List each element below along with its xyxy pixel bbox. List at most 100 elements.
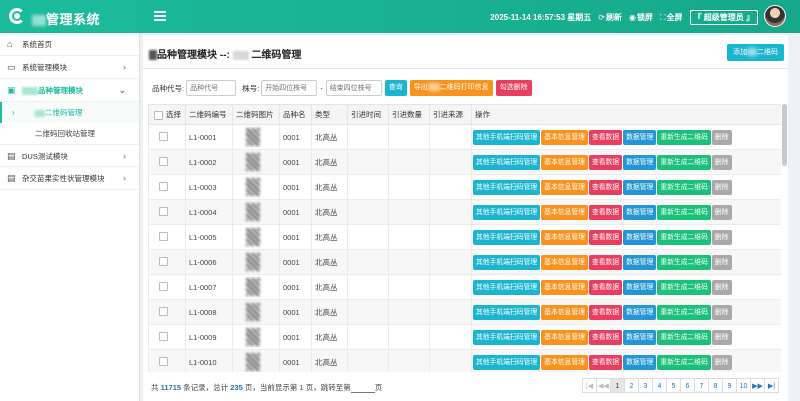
sidebar-item-variety[interactable]: ▣ 品种管理模块 ⌄ [0,79,139,102]
delete-button[interactable]: 删除 [711,304,732,320]
regenerate-qrcode-button[interactable]: 重新生成二维码 [657,154,711,170]
menu-toggle-icon[interactable] [154,11,166,21]
page-button[interactable]: 5 [666,378,681,393]
page-button[interactable]: 10 [736,378,751,393]
batch-delete-button[interactable]: 勾选删除 [495,80,532,96]
qrcode-thumbnail[interactable] [246,128,260,146]
regenerate-qrcode-button[interactable]: 重新生成二维码 [657,279,711,295]
lock-button[interactable]: ◉锁屏 [629,12,653,23]
fullscreen-button[interactable]: ⛶全屏 [660,12,683,23]
view-data-button[interactable]: 查看数据 [588,204,623,220]
row-checkbox[interactable] [159,131,168,141]
row-checkbox[interactable] [159,256,168,266]
data-manage-button[interactable]: 数据管理 [623,279,657,295]
view-data-button[interactable]: 查看数据 [588,279,623,295]
qrcode-thumbnail[interactable] [246,328,260,346]
query-button[interactable]: 查询 [384,80,407,96]
export-button[interactable]: 导出 二维码打印信息 [409,80,493,96]
view-data-button[interactable]: 查看数据 [588,154,623,170]
qrcode-thumbnail[interactable] [246,178,260,196]
variety-input[interactable] [186,80,237,96]
view-data-button[interactable]: 查看数据 [588,129,623,145]
page-button[interactable]: 3 [638,378,653,393]
view-data-button[interactable]: 查看数据 [588,254,623,270]
mobile-scan-button[interactable]: 其他手机端扫码管理 [473,329,541,345]
qrcode-thumbnail[interactable] [246,353,260,371]
refresh-button[interactable]: ⟳刷新 [598,12,622,23]
view-data-button[interactable]: 查看数据 [588,354,623,370]
first-page-button[interactable]: |◀ [582,378,597,393]
data-manage-button[interactable]: 数据管理 [623,229,657,245]
row-checkbox[interactable] [159,156,168,166]
delete-button[interactable]: 删除 [711,154,732,170]
sidebar-item-home[interactable]: ⌂ 系统首页 [0,33,139,56]
regenerate-qrcode-button[interactable]: 重新生成二维码 [657,179,711,195]
page-button[interactable]: 2 [624,378,639,393]
row-checkbox[interactable] [159,181,168,191]
data-manage-button[interactable]: 数据管理 [623,179,657,195]
basic-info-button[interactable]: 基本信息管理 [541,254,588,270]
avatar[interactable] [764,5,786,27]
view-data-button[interactable]: 查看数据 [588,304,623,320]
qrcode-thumbnail[interactable] [246,228,260,246]
page-button[interactable]: 4 [652,378,667,393]
regenerate-qrcode-button[interactable]: 重新生成二维码 [657,304,711,320]
sidebar-subitem-qrcode-recycle[interactable]: 二维码回收站管理 [0,123,139,144]
row-checkbox[interactable] [159,356,168,366]
basic-info-button[interactable]: 基本信息管理 [541,304,588,320]
page-button[interactable]: 8 [708,378,723,393]
view-data-button[interactable]: 查看数据 [588,229,623,245]
regenerate-qrcode-button[interactable]: 重新生成二维码 [657,254,711,270]
page-button[interactable]: 7 [694,378,709,393]
next-page-button[interactable]: ▶▶ [750,378,765,393]
basic-info-button[interactable]: 基本信息管理 [541,129,588,145]
mobile-scan-button[interactable]: 其他手机端扫码管理 [473,279,541,295]
data-manage-button[interactable]: 数据管理 [623,254,657,270]
page-button[interactable]: 9 [722,378,737,393]
view-data-button[interactable]: 查看数据 [588,329,623,345]
mobile-scan-button[interactable]: 其他手机端扫码管理 [473,154,541,170]
basic-info-button[interactable]: 基本信息管理 [541,204,588,220]
qrcode-thumbnail[interactable] [246,253,260,271]
page-button[interactable]: 6 [680,378,695,393]
delete-button[interactable]: 删除 [711,129,732,145]
end-plant-input[interactable] [325,80,382,96]
regenerate-qrcode-button[interactable]: 重新生成二维码 [657,204,711,220]
prev-page-button[interactable]: ◀◀ [596,378,611,393]
basic-info-button[interactable]: 基本信息管理 [541,154,588,170]
select-all-checkbox[interactable] [154,110,163,120]
start-plant-input[interactable] [261,80,318,96]
regenerate-qrcode-button[interactable]: 重新生成二维码 [657,229,711,245]
basic-info-button[interactable]: 基本信息管理 [541,279,588,295]
delete-button[interactable]: 删除 [711,279,732,295]
mobile-scan-button[interactable]: 其他手机端扫码管理 [473,179,541,195]
row-checkbox[interactable] [159,231,168,241]
data-manage-button[interactable]: 数据管理 [623,204,657,220]
delete-button[interactable]: 删除 [711,204,732,220]
qrcode-thumbnail[interactable] [246,203,260,221]
delete-button[interactable]: 删除 [711,329,732,345]
row-checkbox[interactable] [159,331,168,341]
sidebar-item-hybrid[interactable]: ▤ 杂交苗果实性状管理模块 › [0,167,139,190]
view-data-button[interactable]: 查看数据 [588,179,623,195]
admin-badge[interactable]: 『 超级管理员 』 [689,10,758,25]
mobile-scan-button[interactable]: 其他手机端扫码管理 [473,354,541,370]
sidebar-item-system[interactable]: ▭ 系统管理模块 › [0,56,139,79]
delete-button[interactable]: 删除 [711,254,732,270]
mobile-scan-button[interactable]: 其他手机端扫码管理 [473,229,541,245]
regenerate-qrcode-button[interactable]: 重新生成二维码 [657,354,711,370]
sidebar-subitem-qrcode[interactable]: › 二维码管理 [0,102,139,123]
regenerate-qrcode-button[interactable]: 重新生成二维码 [657,329,711,345]
page-button[interactable]: 1 [610,378,625,393]
row-checkbox[interactable] [159,306,168,316]
jump-page-input[interactable] [350,385,375,393]
mobile-scan-button[interactable]: 其他手机端扫码管理 [473,254,541,270]
delete-button[interactable]: 删除 [711,354,732,370]
data-manage-button[interactable]: 数据管理 [623,329,657,345]
row-checkbox[interactable] [159,281,168,291]
basic-info-button[interactable]: 基本信息管理 [541,229,588,245]
delete-button[interactable]: 删除 [711,229,732,245]
qrcode-thumbnail[interactable] [246,278,260,296]
last-page-button[interactable]: ▶| [764,378,779,393]
data-manage-button[interactable]: 数据管理 [623,354,657,370]
